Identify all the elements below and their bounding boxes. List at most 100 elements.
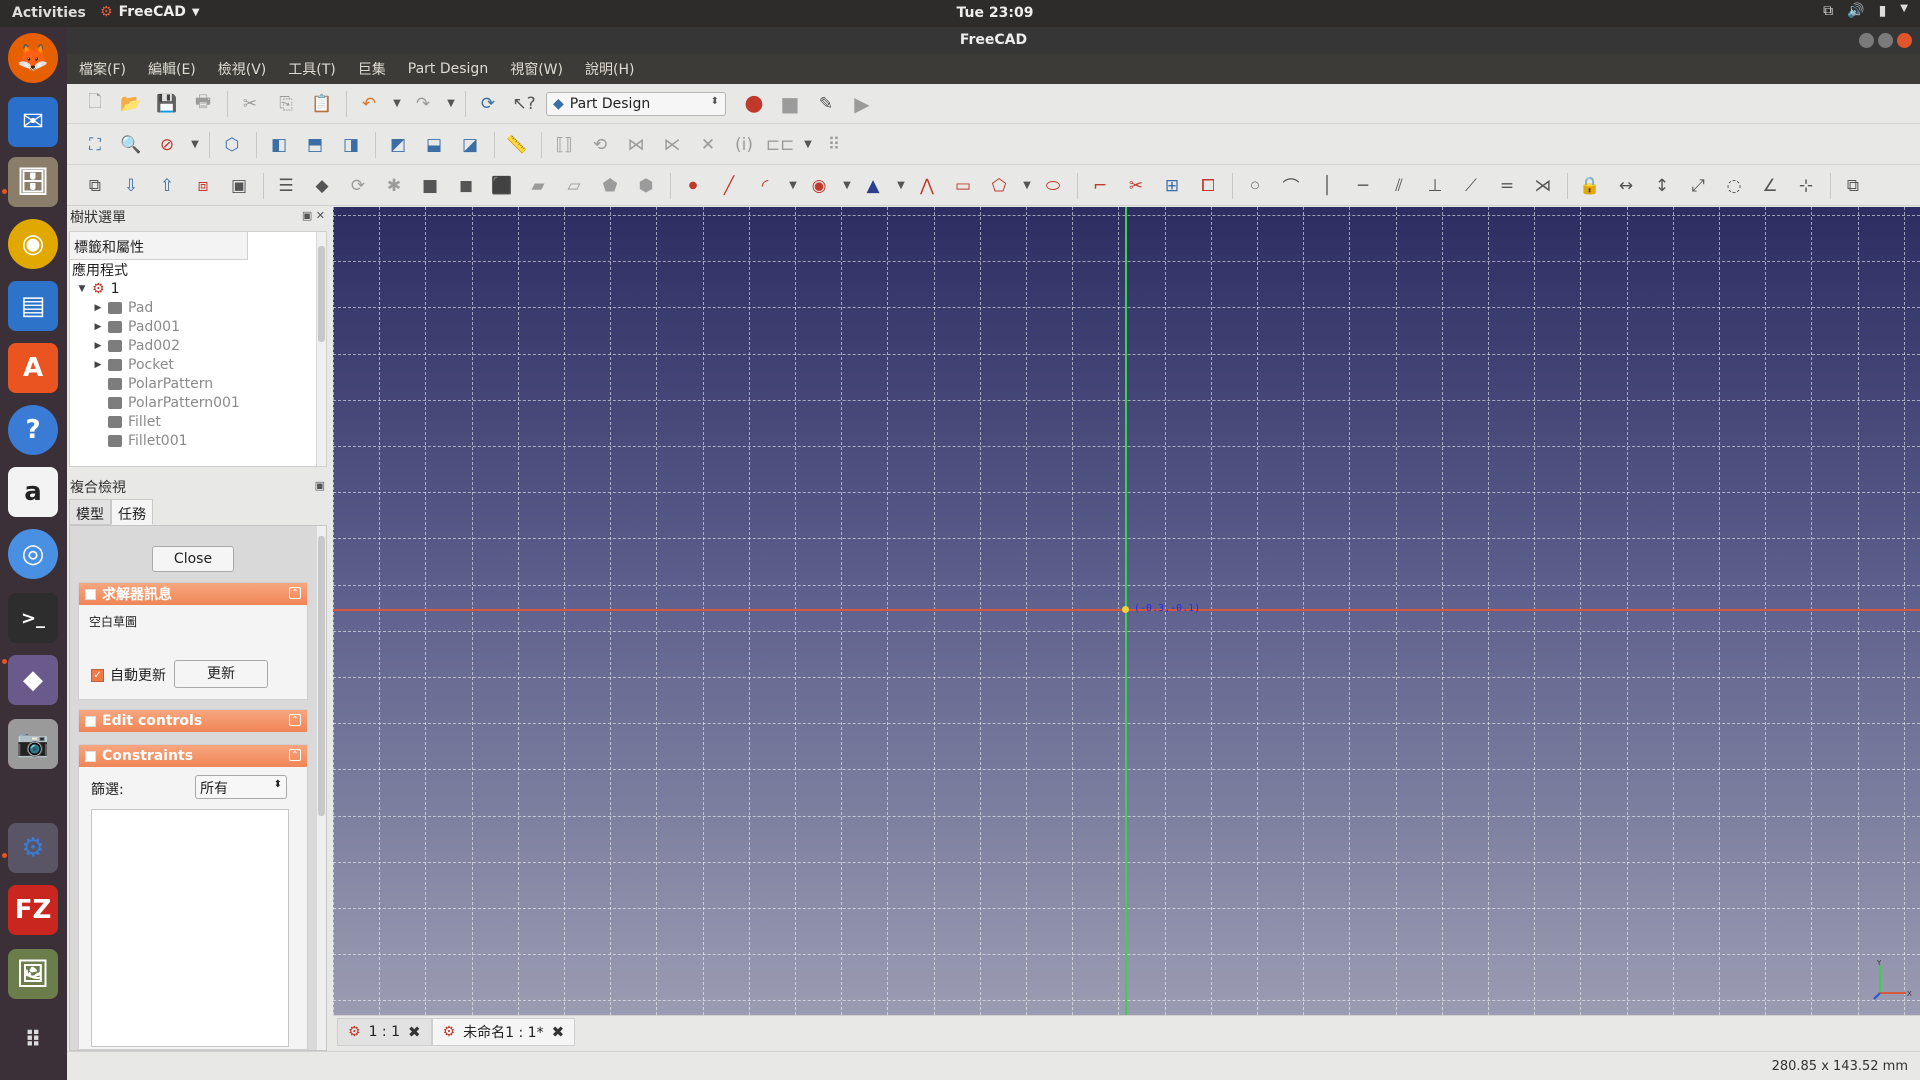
parallel-constraint-icon[interactable]: ⫽ (1385, 172, 1413, 200)
photo-viewer-icon[interactable]: 🖼 (8, 949, 58, 999)
files-icon[interactable]: 🗄 (8, 157, 58, 207)
tree-item[interactable]: ▶ Pad (70, 298, 326, 317)
symmetric-constraint-icon[interactable]: ⋊ (1529, 172, 1557, 200)
minimize-button[interactable] (1859, 33, 1874, 48)
collapse-icon[interactable]: ⌃ (289, 714, 301, 726)
point-on-object-icon[interactable]: ⌒ (1277, 172, 1305, 200)
horizontal-distance-icon[interactable]: ↔ (1612, 172, 1640, 200)
left-view-icon[interactable]: ◪ (456, 131, 484, 159)
print-icon[interactable]: 🖶 (189, 90, 217, 118)
sketch-origin-point[interactable] (1122, 606, 1129, 613)
subtractive-loft-icon[interactable]: ⬟ (596, 172, 624, 200)
menu-tools[interactable]: 工具(T) (288, 59, 335, 79)
panel-float-icon[interactable]: ▣ (315, 479, 325, 492)
chevron-down-icon[interactable]: ▼ (189, 131, 201, 159)
firefox-icon[interactable]: 🦊 (8, 33, 58, 83)
menu-edit[interactable]: 編輯(E) (148, 59, 196, 79)
close-sketch-button[interactable]: Close (152, 546, 234, 572)
tree-column-header[interactable]: 標籤和屬性 (70, 232, 248, 260)
amazon-icon[interactable]: a (8, 467, 58, 517)
sketch-grid-icon[interactable]: ⠿ (820, 131, 848, 159)
lock-constraint-icon[interactable]: 🔒 (1576, 172, 1604, 200)
sketch-view-icon[interactable]: ⧉ (81, 172, 109, 200)
checkbox-checked-icon[interactable]: ✓ (91, 668, 104, 682)
tree-item[interactable]: ▶ Pad001 (70, 317, 326, 336)
point-icon[interactable]: ● (679, 172, 707, 200)
tree-item[interactable]: PolarPattern001 (70, 393, 326, 412)
trim-icon[interactable]: ✂ (1122, 172, 1150, 200)
chevron-down-icon[interactable]: ▼ (802, 131, 814, 159)
whats-this-icon[interactable]: ↖? (510, 90, 538, 118)
tree-item[interactable]: ▶ Pad002 (70, 336, 326, 355)
help-icon[interactable]: ? (8, 405, 58, 455)
stop-macro-icon[interactable]: ■ (776, 90, 804, 118)
line-icon[interactable]: ╱ (715, 172, 743, 200)
toggle-construction-icon[interactable]: ⧉ (1839, 172, 1867, 200)
angle-icon[interactable]: ∠ (1756, 172, 1784, 200)
volume-icon[interactable]: 🔊 (1847, 3, 1864, 19)
tree-item[interactable]: ▶ Pocket (70, 355, 326, 374)
edit-macro-icon[interactable]: ✎ (812, 90, 840, 118)
subtractive-pipe-icon[interactable]: ⬢ (632, 172, 660, 200)
expand-arrow-icon[interactable]: ▶ (92, 303, 104, 313)
show-applications-icon[interactable]: ⠿ (8, 1015, 58, 1065)
gedit-icon[interactable]: ◆ (8, 655, 58, 705)
menu-file[interactable]: 檔案(F) (79, 59, 126, 79)
distance-icon[interactable]: ⤢ (1684, 172, 1712, 200)
scrollbar-thumb[interactable] (318, 536, 325, 816)
front-view-icon[interactable]: ◧ (265, 131, 293, 159)
validate-sketch-icon[interactable]: ▣ (225, 172, 253, 200)
rear-view-icon[interactable]: ◩ (384, 131, 412, 159)
maximize-button[interactable] (1878, 33, 1893, 48)
chevron-down-icon[interactable]: ▼ (1900, 3, 1908, 19)
filter-select[interactable]: 所有 ⬍ (195, 775, 287, 799)
coincident-icon[interactable]: ○ (1241, 172, 1269, 200)
top-view-icon[interactable]: ⬒ (301, 131, 329, 159)
rhythmbox-icon[interactable]: ◉ (8, 219, 58, 269)
horizontal-constraint-icon[interactable]: ─ (1349, 172, 1377, 200)
additive-icon[interactable]: ◼ (452, 172, 480, 200)
menu-window[interactable]: 視窗(W) (510, 59, 563, 79)
expand-arrow-icon[interactable]: ▶ (92, 341, 104, 351)
writer-icon[interactable]: ▤ (8, 281, 58, 331)
menu-part-design[interactable]: Part Design (408, 61, 488, 77)
open-icon[interactable]: 📂 (117, 90, 145, 118)
right-view-icon[interactable]: ◨ (337, 131, 365, 159)
run-macro-icon[interactable]: ▶ (848, 90, 876, 118)
fit-all-icon[interactable]: ⛶ (81, 131, 109, 159)
chevron-down-icon[interactable]: ▼ (391, 90, 403, 118)
snell-icon[interactable]: ⊹ (1792, 172, 1820, 200)
circle-icon[interactable]: ◉ (805, 172, 833, 200)
polyline-icon[interactable]: ⋀ (913, 172, 941, 200)
update-button[interactable]: 更新 (174, 660, 268, 688)
collapse-icon[interactable]: ⌃ (289, 587, 301, 599)
sketch-tool-1-icon[interactable]: ⟦⟧ (550, 131, 578, 159)
undo-icon[interactable]: ↶ (355, 90, 383, 118)
workbench-selector[interactable]: ◆ Part Design ⬍ (546, 91, 726, 116)
new-document-icon[interactable]: 🗋 (81, 90, 109, 118)
close-tab-icon[interactable]: ✖ (408, 1023, 421, 1041)
menu-view[interactable]: 檢視(V) (218, 59, 267, 79)
auto-update-checkbox[interactable]: ✓ 自動更新 (91, 665, 166, 685)
tree-item[interactable]: Fillet (70, 412, 326, 431)
tab-tasks[interactable]: 任務 (111, 499, 153, 525)
revolve-icon[interactable]: ⟳ (344, 172, 372, 200)
fillet-icon[interactable]: ⌐ (1086, 172, 1114, 200)
chevron-down-icon[interactable]: ▼ (1021, 172, 1033, 200)
chevron-down-icon[interactable]: ▼ (787, 172, 799, 200)
paste-icon[interactable]: 📋 (308, 90, 336, 118)
loft-icon[interactable]: ✱ (380, 172, 408, 200)
3d-viewport[interactable]: (-0.3,-0.1) Y X (333, 207, 1920, 1015)
battery-icon[interactable]: ▮ (1879, 3, 1887, 19)
solver-messages-header[interactable]: 求解器訊息 ⌃ (79, 583, 307, 605)
tree-view[interactable]: 標籤和屬性 應用程式 ▼ ⚙ 1 ▶ Pad ▶ Pad001 ▶ Pad002 ▶ Pock… (69, 231, 327, 467)
clock[interactable]: Tue 23:09 (0, 5, 1920, 21)
panel-float-close-icon[interactable]: ▣ ✕ (302, 209, 325, 222)
tab-model[interactable]: 模型 (69, 499, 111, 525)
arc-icon[interactable]: ◜ (751, 172, 779, 200)
save-icon[interactable]: 💾 (153, 90, 181, 118)
tree-item[interactable]: Fillet001 (70, 431, 326, 450)
thunderbird-icon[interactable]: ✉ (8, 97, 58, 147)
expand-arrow-icon[interactable]: ▶ (92, 322, 104, 332)
edit-controls-header[interactable]: Edit controls ⌃ (79, 710, 307, 732)
